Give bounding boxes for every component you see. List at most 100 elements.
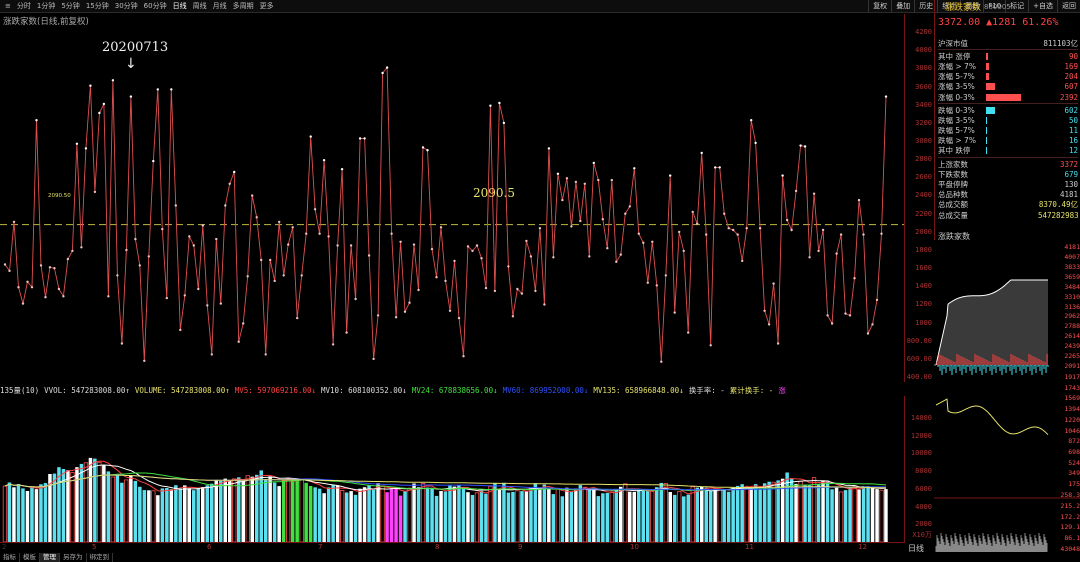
bottom-tab-2[interactable]: 管理 [40, 553, 60, 562]
data-point [102, 102, 106, 106]
mini-axis-label: 2614 [1064, 332, 1080, 341]
volume-bar [178, 488, 182, 542]
volume-bar [420, 483, 426, 542]
volume-bar [569, 491, 574, 542]
mini-axis-label: 2962 [1064, 312, 1080, 321]
data-point [161, 227, 164, 231]
volume-bar [407, 487, 412, 542]
data-point [453, 259, 456, 263]
period-tab-0[interactable]: 分时 [14, 1, 34, 11]
data-point [98, 111, 101, 115]
volume-bar [151, 490, 156, 542]
period-tab-4[interactable]: 30分钟 [112, 1, 141, 11]
period-tab-8[interactable]: 月线 [210, 1, 230, 11]
volume-bar [183, 485, 187, 542]
volume-bar [488, 485, 493, 542]
volume-bar [682, 496, 686, 542]
data-point [89, 84, 92, 87]
volume-tick-label: 14000 [910, 413, 932, 422]
volume-bar [646, 489, 650, 542]
bottom-tab-0[interactable]: 指标 [0, 553, 20, 562]
volume-bar [875, 489, 879, 542]
data-point [426, 149, 429, 152]
data-point [349, 244, 353, 247]
stat-bar [986, 147, 1038, 155]
volume-bar [722, 489, 726, 542]
data-point [264, 353, 267, 356]
volume-bar [700, 486, 704, 542]
stat-bar [986, 62, 1038, 70]
stat-bar [986, 52, 1038, 60]
indicator-prefix[interactable]: 135量(10) [0, 385, 39, 396]
mini-axis-label: 215.2 [1060, 501, 1080, 510]
data-point [412, 243, 416, 246]
toolbar-button-1[interactable]: 叠加 [891, 0, 914, 13]
data-point [619, 253, 622, 256]
volume-bar [192, 490, 196, 542]
data-point [390, 232, 393, 235]
stat-value: 169 [1064, 61, 1078, 71]
data-point [287, 243, 290, 246]
y-tick-label: 1800 [915, 245, 932, 254]
period-tab-10[interactable]: 更多 [257, 1, 277, 11]
volume-bar [479, 490, 484, 542]
period-tab-1[interactable]: 1分钟 [34, 1, 58, 11]
volume-bar [259, 470, 263, 542]
volume-bar [641, 490, 645, 542]
mini-axis-label: 4181 [1064, 243, 1080, 251]
period-tab-3[interactable]: 15分钟 [83, 1, 112, 11]
period-tab-6[interactable]: 日线 [170, 1, 190, 11]
volume-bar [578, 485, 583, 542]
period-tab-2[interactable]: 5分钟 [58, 1, 82, 11]
data-point [610, 178, 613, 182]
data-point [763, 309, 766, 312]
bottom-tab-3[interactable]: 另存为 [60, 553, 87, 562]
data-point [781, 174, 784, 177]
toolbar-button-0[interactable]: 复权 [868, 0, 891, 13]
volume-bar [106, 471, 111, 542]
data-point [435, 276, 438, 279]
volume-bar [461, 488, 466, 542]
data-point [516, 287, 519, 291]
volume-bar [753, 484, 758, 542]
volume-bar [156, 495, 160, 542]
data-point [255, 216, 258, 219]
volume-bar [704, 487, 708, 542]
volume-bar [250, 476, 254, 542]
volume-bar [637, 490, 641, 542]
data-point [466, 245, 470, 248]
data-point [682, 249, 685, 253]
data-point [408, 301, 411, 304]
period-tab-7[interactable]: 周线 [190, 1, 210, 11]
bottom-tab-1[interactable]: 模板 [20, 553, 40, 562]
volume-chart[interactable] [0, 396, 905, 542]
period-tab-9[interactable]: 多周期 [230, 1, 257, 11]
volume-tick-label: 10000 [910, 449, 932, 458]
data-point [246, 275, 249, 278]
data-point [853, 277, 856, 280]
volume-bar [601, 493, 605, 542]
volume-bar [398, 495, 403, 542]
volume-bar [331, 484, 335, 542]
volume-tick-label: 4000 [915, 502, 932, 511]
data-point [242, 322, 245, 325]
data-point [502, 121, 506, 125]
volume-bar [884, 489, 888, 542]
menu-icon[interactable]: ≡ [2, 2, 14, 10]
volume-bar [268, 476, 272, 542]
volume-bar [290, 479, 295, 542]
volume-bar [142, 490, 147, 542]
volume-bar [385, 492, 389, 542]
bottom-tab-4[interactable]: 绑定到 [87, 553, 113, 562]
stat-bar [986, 116, 1038, 124]
period-tab-5[interactable]: 60分钟 [141, 1, 170, 11]
data-point [313, 208, 317, 211]
data-point [646, 281, 649, 284]
data-point [237, 340, 240, 343]
volume-bar [57, 467, 61, 542]
volume-bar [794, 483, 798, 542]
x-tick-label: 11 [745, 543, 754, 551]
y-tick-label: 1600 [915, 264, 932, 273]
volume-bar [169, 489, 174, 542]
volume-bar [744, 485, 749, 542]
